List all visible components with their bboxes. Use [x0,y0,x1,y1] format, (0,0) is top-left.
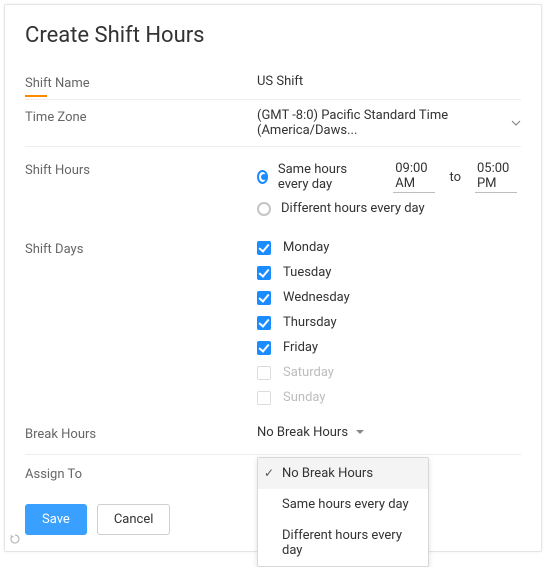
shift-day-label: Friday [283,340,318,355]
shift-hours-option-diff-label: Different hours every day [281,201,425,216]
label-break-hours: Break Hours [25,425,257,442]
dialog-card: Create Shift Hours Shift Name US Shift T… [4,4,542,552]
shift-day-option[interactable]: Thursday [257,315,521,330]
shift-hours-option-same-label: Same hours every day [278,162,365,192]
time-zone-value: (GMT -8:0) Pacific Standard Time (Americ… [257,108,505,138]
time-separator: to [449,170,461,185]
chevron-down-icon [511,118,521,128]
label-assign-to: Assign To [25,465,257,482]
checkbox-icon [257,241,271,255]
checkbox-icon [257,291,271,305]
radio-icon [257,202,271,216]
break-hours-value-cell: No Break Hours [257,425,521,440]
shift-day-label: Saturday [283,365,334,380]
page-title: Create Shift Hours [25,23,521,48]
check-icon: ✓ [264,466,274,480]
checkbox-icon [257,316,271,330]
break-hours-selected-value: No Break Hours [257,425,348,440]
label-shift-days: Shift Days [25,240,257,257]
checkbox-icon [257,391,271,405]
shift-name-value[interactable]: US Shift [257,74,521,89]
footer-buttons: Save Cancel [25,504,170,535]
checkbox-icon [257,366,271,380]
shift-day-option[interactable]: Sunday [257,390,521,405]
shift-hours-options: Same hours every day 09:00 AM to 05:00 P… [257,161,521,224]
break-hours-dropdown-item[interactable]: ✓ No Break Hours [258,458,428,489]
label-shift-hours: Shift Hours [25,161,257,178]
label-shift-name: Shift Name [25,74,257,91]
active-tab-underline [25,95,47,97]
shift-day-label: Sunday [283,390,326,405]
row-shift-hours: Shift Hours Same hours every day 09:00 A… [25,147,521,232]
checkbox-icon [257,341,271,355]
break-hours-dropdown-item[interactable]: Same hours every day [258,489,428,520]
shift-hours-option-diff[interactable]: Different hours every day [257,201,521,216]
shift-day-option[interactable]: Tuesday [257,265,521,280]
save-button[interactable]: Save [25,504,87,535]
dropdown-item-label: Different hours every day [282,528,402,558]
break-hours-select[interactable]: No Break Hours [257,425,364,440]
cancel-button[interactable]: Cancel [97,504,171,535]
row-break-hours: Break Hours No Break Hours [25,413,521,455]
checkbox-icon [257,266,271,280]
row-shift-days: Shift Days Monday Tuesday Wednesday Thursda… [25,232,521,413]
shift-day-label: Wednesday [283,290,350,305]
time-zone-select[interactable]: (GMT -8:0) Pacific Standard Time (Americ… [257,108,521,138]
shift-day-option[interactable]: Wednesday [257,290,521,305]
shift-days-list: Monday Tuesday Wednesday Thursday Friday Satu… [257,240,521,405]
dropdown-item-label: Same hours every day [282,497,409,512]
shift-start-time[interactable]: 09:00 AM [393,161,435,193]
caret-down-icon [356,425,364,440]
row-shift-name: Shift Name US Shift [25,66,521,100]
radio-icon [257,170,268,184]
label-time-zone: Time Zone [25,108,257,125]
shift-hours-option-same[interactable]: Same hours every day 09:00 AM to 05:00 P… [257,161,521,193]
dropdown-item-label: No Break Hours [282,466,373,481]
shift-day-label: Monday [283,240,329,255]
refresh-icon[interactable] [9,533,21,549]
break-hours-dropdown-item[interactable]: Different hours every day [258,520,428,566]
shift-end-time[interactable]: 05:00 PM [475,161,517,193]
row-time-zone: Time Zone (GMT -8:0) Pacific Standard Ti… [25,100,521,147]
shift-day-label: Tuesday [283,265,331,280]
shift-day-option[interactable]: Saturday [257,365,521,380]
shift-day-option[interactable]: Monday [257,240,521,255]
break-hours-dropdown: ✓ No Break Hours Same hours every day Diffe… [257,457,429,567]
shift-day-option[interactable]: Friday [257,340,521,355]
label-shift-name-text: Shift Name [25,76,90,91]
shift-day-label: Thursday [283,315,337,330]
